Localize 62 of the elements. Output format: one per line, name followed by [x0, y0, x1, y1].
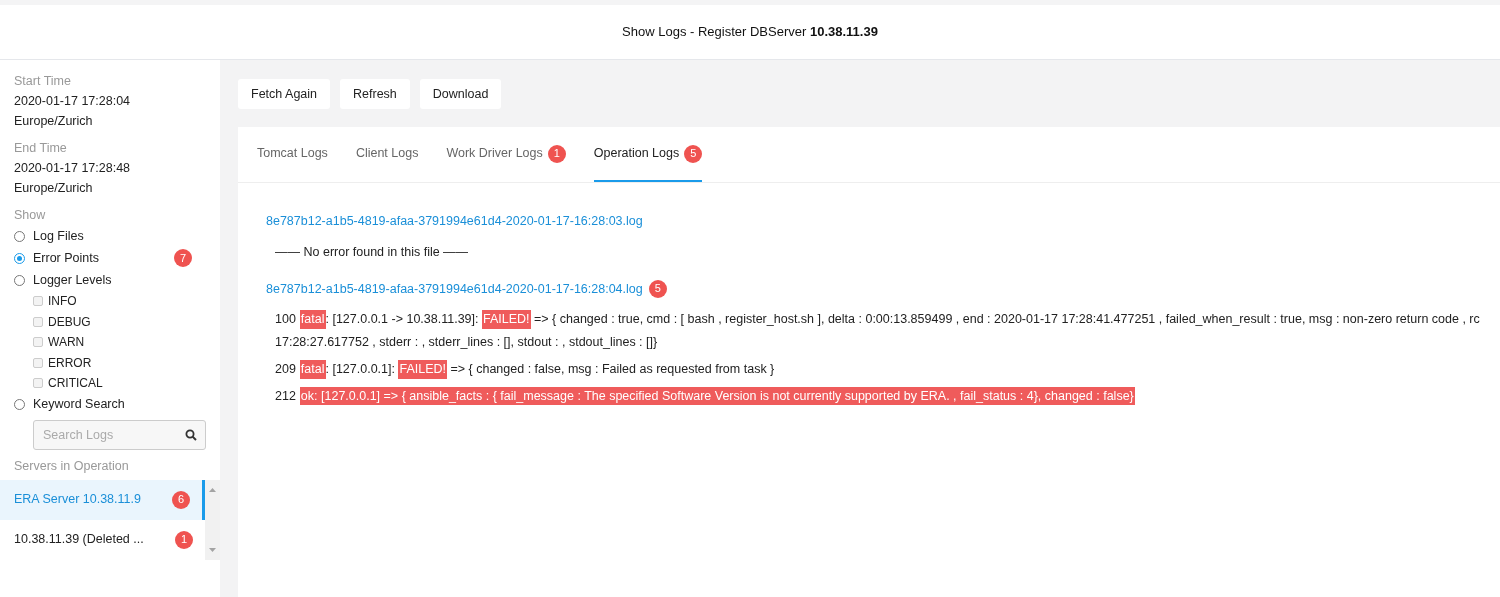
field-label: Start Time [14, 73, 72, 90]
highlight-tag: fatal [299, 359, 326, 379]
level-label: WARN [48, 334, 85, 352]
log-text: => { changed : false, msg : Failed as requested from task } [449, 360, 775, 378]
log-text: : [127.0.0.1 -> 10.38.11.39]: [325, 311, 480, 329]
down-arrow-icon[interactable] [209, 547, 216, 552]
radio-button[interactable] [14, 274, 25, 286]
highlight-tag: FAILED! [398, 359, 447, 379]
checkbox[interactable] [33, 337, 43, 348]
tab[interactable]: Operation Logs 5 [593, 127, 703, 182]
section-label: Servers in Operation [14, 457, 130, 475]
radio-button[interactable] [14, 399, 25, 410]
level-label: ERROR [48, 354, 92, 372]
end-time: 2020-01-17 17:28:48 [14, 160, 132, 177]
option-label[interactable]: Error Points [33, 248, 166, 268]
highlight-tag: FAILED! [482, 310, 531, 329]
count-badge: 5 [684, 144, 703, 163]
option-label[interactable]: Keyword Search [33, 395, 206, 414]
checkbox[interactable] [33, 357, 43, 368]
tab[interactable]: Client Logs [355, 127, 419, 182]
empty-message: —— No error found in this file —— [275, 243, 470, 261]
line-number: 209 [275, 360, 296, 378]
log-file-link[interactable]: 8e787b12-a1b5-4819-afaa-3791994e61d4-2020-01-17-16:28:03.log [266, 212, 643, 231]
search-icon [185, 428, 197, 441]
up-arrow-icon[interactable] [209, 487, 216, 492]
level-label: INFO [48, 293, 77, 311]
radio-button[interactable] [14, 252, 25, 264]
window-title: Show Logs - Register DBServer 10.38.11.39 [622, 23, 878, 42]
radio-button[interactable] [14, 230, 25, 242]
server-item[interactable]: 10.38.11.39 (Deleted ... 1 [0, 519, 205, 560]
highlight-tag: fatal [299, 310, 326, 329]
toolbar-button[interactable]: Refresh [340, 79, 410, 109]
count-badge: 1 [547, 144, 566, 163]
time-zone: Europe/Zurich [14, 113, 94, 130]
checkbox[interactable] [33, 378, 43, 389]
option-label[interactable]: Log Files [33, 226, 206, 246]
tab[interactable]: Work Driver Logs 1 [446, 127, 566, 182]
checkbox[interactable] [33, 296, 43, 307]
count-badge: 6 [172, 490, 190, 509]
log-text: => { changed : true, cmd : [ bash , register_host.sh ], delta : 0:00:13.859499 , end : 2020-01-17 17:28:41.477251 , failed_when_result : true, msg : non-zero return code , rc [533, 311, 1480, 329]
line-number: 212 [275, 387, 296, 405]
checkbox[interactable] [33, 316, 43, 327]
toolbar-button[interactable]: Download [419, 79, 502, 109]
option-label[interactable]: Logger Levels [33, 270, 206, 290]
highlight-tag: ok: [127.0.0.1] => { ansible_facts : { fail_message : The specified Software Version is not currently supported by ERA. , fail_status : 4}, changed : false} [299, 386, 1135, 406]
toolbar-button[interactable]: Fetch Again [238, 79, 330, 109]
count-badge: 7 [174, 249, 192, 268]
field-label: Show [14, 207, 47, 224]
field-label: End Time [14, 140, 68, 157]
level-label: DEBUG [48, 313, 91, 331]
log-text: 17:28:27.617752 , stderr : , stderr_lines : [], stdout : , stdout_lines : []} [275, 334, 659, 351]
count-badge: 1 [175, 530, 193, 549]
level-label: CRITICAL [48, 375, 103, 393]
log-file-link[interactable]: 8e787b12-a1b5-4819-afaa-3791994e61d4-2020-01-17-16:28:04.log [266, 279, 643, 299]
search-field[interactable]: Search Logs [33, 419, 206, 450]
start-time: 2020-01-17 17:28:04 [14, 93, 132, 110]
scrollbar[interactable] [205, 479, 220, 560]
count-badge: 5 [648, 279, 667, 298]
tab[interactable]: Tomcat Logs [257, 127, 328, 182]
time-zone: Europe/Zurich [14, 180, 94, 197]
line-number: 100 [275, 311, 296, 329]
log-text: : [127.0.0.1]: [325, 360, 396, 378]
